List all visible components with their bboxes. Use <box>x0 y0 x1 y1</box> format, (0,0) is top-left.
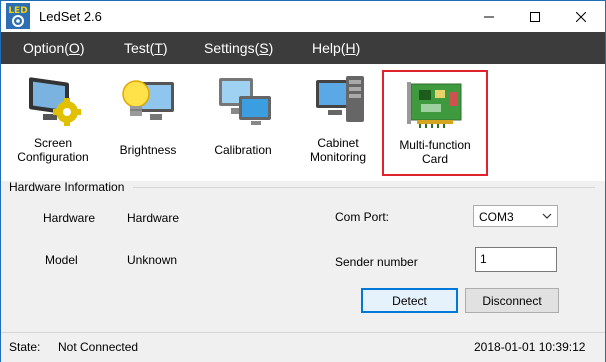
status-datetime: 2018-01-01 10:39:12 <box>474 340 586 354</box>
monitor-gear-icon <box>29 77 81 126</box>
ledset-app-icon: LED <box>6 3 30 29</box>
com-port-select[interactable]: COM3 <box>473 205 558 227</box>
model-label: Model <box>45 253 78 267</box>
calibration-button[interactable]: Calibration <box>198 72 288 176</box>
hardware-label: Hardware <box>43 211 96 225</box>
multi-function-card-button[interactable]: Multi-function Card <box>382 70 488 176</box>
state-label: State: <box>9 340 41 354</box>
window-title: LedSet 2.6 <box>39 9 102 24</box>
lightbulb-monitor-icon <box>122 80 174 120</box>
hardware-info-group-title: Hardware Information <box>9 180 125 194</box>
screen-configuration-label-2: Configuration <box>17 150 89 164</box>
screen-configuration-button[interactable]: Screen Configuration <box>8 72 98 176</box>
sender-number-input[interactable]: 1 <box>475 247 557 272</box>
title-bar[interactable]: LED LedSet 2.6 <box>1 1 605 32</box>
maximize-button[interactable] <box>512 1 558 32</box>
menu-help[interactable]: Help(H) <box>312 40 360 56</box>
menu-test[interactable]: Test(T) <box>124 40 168 56</box>
disconnect-button[interactable]: Disconnect <box>465 288 559 313</box>
toolbar: Screen Configuration Brightness Calibrat… <box>1 64 605 181</box>
minimize-icon <box>484 16 494 17</box>
calibration-monitors-icon <box>219 78 271 125</box>
multi-function-card-label-2: Card <box>421 152 448 166</box>
sender-number-label: Sender number <box>335 255 418 269</box>
calibration-label: Calibration <box>214 143 272 157</box>
app-window: LED LedSet 2.6 Option(O) Test(T) Setting… <box>0 0 606 362</box>
detect-button[interactable]: Detect <box>361 288 458 313</box>
close-button[interactable] <box>558 1 604 32</box>
multi-function-card-label-1: Multi-function <box>399 138 471 152</box>
com-port-label: Com Port: <box>335 210 390 224</box>
circuit-card-icon <box>407 82 462 128</box>
chevron-down-icon <box>542 213 552 219</box>
svg-text:LED: LED <box>8 6 27 16</box>
com-port-value: COM3 <box>479 210 514 224</box>
minimize-button[interactable] <box>466 1 512 32</box>
menu-bar: Option(O) Test(T) Settings(S) Help(H) <box>1 32 605 64</box>
menu-settings[interactable]: Settings(S) <box>204 40 273 56</box>
brightness-label: Brightness <box>119 143 177 157</box>
state-value: Not Connected <box>58 340 139 354</box>
status-bar: State: Not Connected 2018-01-01 10:39:12 <box>1 332 605 362</box>
brightness-button[interactable]: Brightness <box>103 72 193 176</box>
cabinet-monitoring-button[interactable]: Cabinet Monitoring <box>293 72 383 176</box>
menu-option[interactable]: Option(O) <box>23 40 84 56</box>
cabinet-monitoring-label-2: Monitoring <box>309 150 367 164</box>
model-value: Unknown <box>127 253 178 267</box>
cabinet-monitoring-label-1: Cabinet <box>317 136 359 150</box>
close-icon <box>576 11 586 22</box>
maximize-icon <box>530 11 540 22</box>
screen-configuration-label-1: Screen <box>33 136 73 150</box>
hardware-value: Hardware <box>127 211 180 225</box>
group-divider <box>133 187 595 188</box>
sender-number-value: 1 <box>480 252 487 266</box>
cabinet-monitor-icon <box>316 76 364 122</box>
